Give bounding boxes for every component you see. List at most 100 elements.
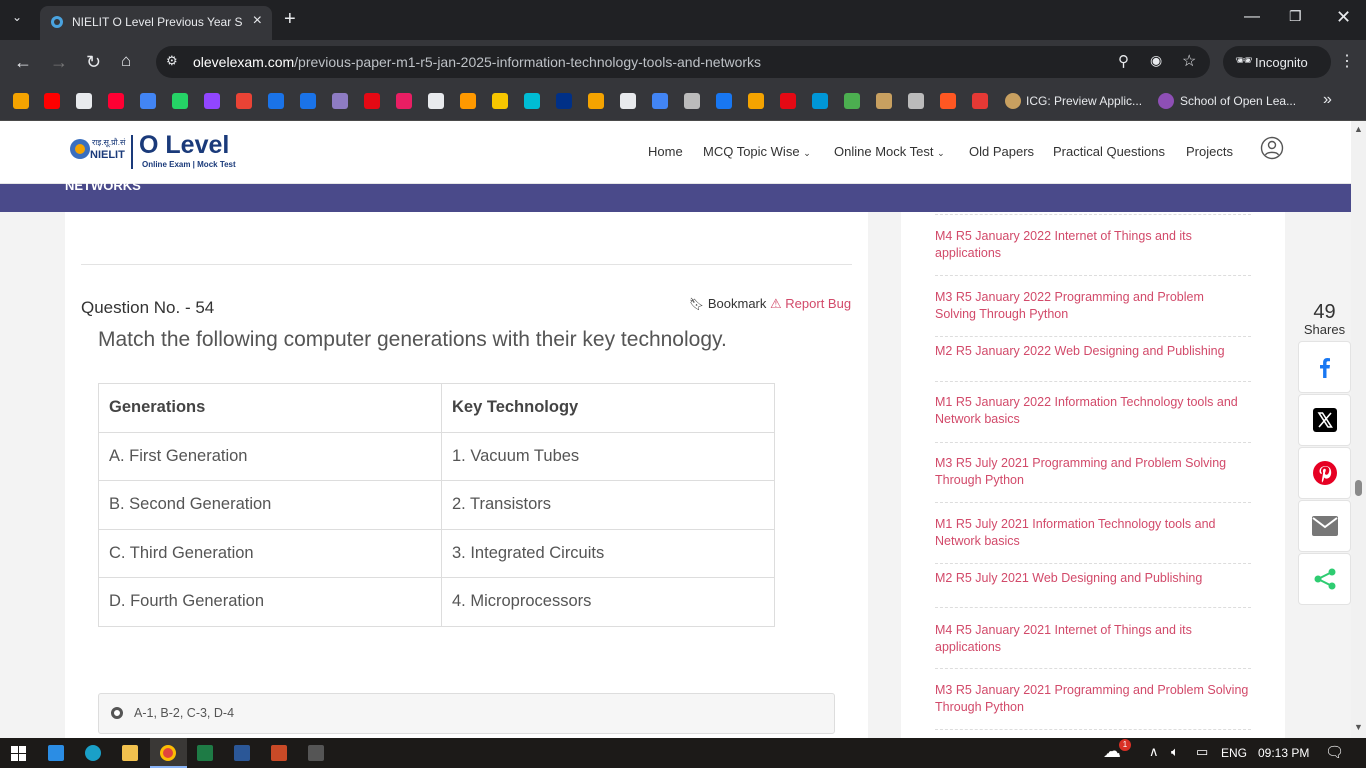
nav-practical-questions[interactable]: Practical Questions: [1053, 144, 1165, 159]
sidebar-paper-link[interactable]: M3 R5 July 2021 Programming and Problem …: [935, 455, 1255, 488]
vscode-icon[interactable]: [48, 745, 64, 761]
restore-icon[interactable]: ❐: [1289, 8, 1302, 25]
site-logo[interactable]: राइ.सू.प्रौ.सं NIELIT O Level Online Exa…: [68, 131, 238, 173]
nav-home[interactable]: Home: [648, 144, 683, 159]
sidebar-paper-link[interactable]: M1 R5 July 2021 Information Technology t…: [935, 516, 1255, 549]
circle-icon[interactable]: [332, 93, 348, 109]
nav-mcq-topic-wise[interactable]: MCQ Topic Wise ⌄: [703, 144, 811, 159]
page-scrollbar[interactable]: ▲ ▼: [1351, 121, 1366, 738]
sidebar-paper-link[interactable]: M4 R5 January 2021 Internet of Things an…: [935, 622, 1255, 655]
new-tab-icon[interactable]: +: [284, 8, 296, 31]
sidebar-paper-link[interactable]: M3 R5 January 2022 Programming and Probl…: [935, 289, 1255, 322]
menu-kebab-icon[interactable]: ⋮: [1339, 51, 1355, 71]
amazon-icon[interactable]: [460, 93, 476, 109]
close-tab-icon[interactable]: ×: [253, 12, 262, 30]
clock[interactable]: 09:13 PM: [1258, 746, 1309, 760]
hp-icon[interactable]: [812, 93, 828, 109]
back-icon[interactable]: ←: [14, 52, 32, 73]
forward-icon[interactable]: →: [50, 52, 68, 73]
paypal-icon[interactable]: [556, 93, 572, 109]
whatsapp-icon[interactable]: [172, 93, 188, 109]
gift-icon[interactable]: [396, 93, 412, 109]
seal-icon[interactable]: [908, 93, 924, 109]
site-info-icon[interactable]: ⚙: [166, 53, 178, 69]
notifications-icon[interactable]: 🗨︎: [1325, 743, 1344, 761]
sidebar-paper-link[interactable]: M3 R5 January 2021 Programming and Probl…: [935, 682, 1255, 715]
game-icon[interactable]: [428, 93, 444, 109]
pinterest-share-button[interactable]: [1298, 447, 1351, 499]
edge-icon[interactable]: [85, 745, 101, 761]
word-icon[interactable]: [234, 745, 250, 761]
tray-chevron-icon[interactable]: ∧: [1149, 744, 1159, 760]
bookmark-button[interactable]: 🔖︎ Bookmark: [689, 296, 766, 311]
scrollbar-thumb[interactable]: [1355, 480, 1362, 496]
language-indicator[interactable]: ENG: [1221, 746, 1247, 760]
logo-divider: [131, 135, 133, 169]
flipkart-icon[interactable]: [492, 93, 508, 109]
powerpoint-icon[interactable]: [271, 745, 287, 761]
url-text[interactable]: olevelexam.com/previous-paper-m1-r5-jan-…: [193, 54, 761, 70]
excel-icon[interactable]: [197, 745, 213, 761]
nav-old-papers[interactable]: Old Papers: [969, 144, 1034, 159]
reload-icon[interactable]: ↻: [86, 52, 101, 73]
ns-icon[interactable]: [780, 93, 796, 109]
file-explorer-icon[interactable]: [122, 745, 138, 761]
omnibox[interactable]: ⚙ olevelexam.com/previous-paper-m1-r5-ja…: [156, 46, 1210, 78]
person-icon[interactable]: [748, 93, 764, 109]
minimize-icon[interactable]: —: [1244, 8, 1260, 26]
bookmark-icg[interactable]: ICG: Preview Applic...: [1026, 94, 1142, 108]
close-window-icon[interactable]: ✕: [1336, 7, 1351, 28]
more-bookmarks-icon[interactable]: »: [1323, 91, 1332, 109]
x-share-button[interactable]: [1298, 394, 1351, 446]
network-icon[interactable]: ▭: [1196, 744, 1208, 760]
youtube-music-icon[interactable]: [108, 93, 124, 109]
home-icon[interactable]: ⌂: [121, 51, 131, 71]
grammarly-g-icon[interactable]: [588, 93, 604, 109]
nav-online-mock-test[interactable]: Online Mock Test ⌄: [834, 144, 945, 159]
radio-button[interactable]: [111, 707, 123, 719]
olx-icon[interactable]: [620, 93, 636, 109]
photo-icon[interactable]: [684, 93, 700, 109]
scroll-up-icon[interactable]: ▲: [1354, 124, 1363, 134]
bookmark-school-open-learning[interactable]: School of Open Lea...: [1180, 94, 1296, 108]
browser-tab[interactable]: NIELIT O Level Previous Year So ×: [40, 6, 272, 40]
translate-icon[interactable]: [652, 93, 668, 109]
nav-projects[interactable]: Projects: [1186, 144, 1233, 159]
sidebar-link-line: Network basics: [935, 533, 1020, 548]
x-letter-icon[interactable]: [940, 93, 956, 109]
leaf-icon[interactable]: [844, 93, 860, 109]
windows-start-icon[interactable]: [11, 746, 26, 761]
check-icon[interactable]: [524, 93, 540, 109]
sidebar-paper-link[interactable]: M1 R5 January 2022 Information Technolog…: [935, 394, 1255, 427]
emblem-icon[interactable]: [876, 93, 892, 109]
sidebar-paper-link[interactable]: M2 R5 January 2022 Web Designing and Pub…: [935, 343, 1255, 360]
chrome-taskbar-button[interactable]: [150, 738, 187, 768]
netflix-icon[interactable]: [364, 93, 380, 109]
jotform-icon[interactable]: [13, 93, 29, 109]
scroll-down-icon[interactable]: ▼: [1354, 722, 1363, 732]
calculator-icon[interactable]: [308, 745, 324, 761]
youtube-icon[interactable]: [44, 93, 60, 109]
report-bug-button[interactable]: ⚠ Report Bug: [770, 296, 851, 312]
google-icon[interactable]: [140, 93, 156, 109]
play-icon[interactable]: [268, 93, 284, 109]
email-share-button[interactable]: [1298, 500, 1351, 552]
sidebar-paper-link[interactable]: M2 R5 July 2021 Web Designing and Publis…: [935, 570, 1255, 587]
twitch-icon[interactable]: [204, 93, 220, 109]
gmail-icon[interactable]: [236, 93, 252, 109]
tab-search-icon[interactable]: ⌄: [12, 10, 22, 24]
incognito-badge[interactable]: 🕶 Incognito: [1223, 46, 1331, 78]
huawei-icon[interactable]: [972, 93, 988, 109]
facebook-share-button[interactable]: [1298, 341, 1351, 393]
volume-icon[interactable]: 🔈︎: [1171, 744, 1179, 760]
user-account-icon[interactable]: [1260, 136, 1284, 160]
facebook-icon[interactable]: [716, 93, 732, 109]
tracking-protection-icon[interactable]: ◉: [1150, 52, 1162, 69]
zoom-icon[interactable]: ⚲: [1118, 52, 1129, 70]
play-icon[interactable]: [300, 93, 316, 109]
sidebar-paper-link[interactable]: M4 R5 January 2022 Internet of Things an…: [935, 228, 1255, 261]
answer-option-1[interactable]: A-1, B-2, C-3, D-4: [98, 693, 835, 734]
bookmark-star-icon[interactable]: ☆: [1182, 51, 1196, 71]
share-more-button[interactable]: [1298, 553, 1351, 605]
threads-icon[interactable]: [76, 93, 92, 109]
